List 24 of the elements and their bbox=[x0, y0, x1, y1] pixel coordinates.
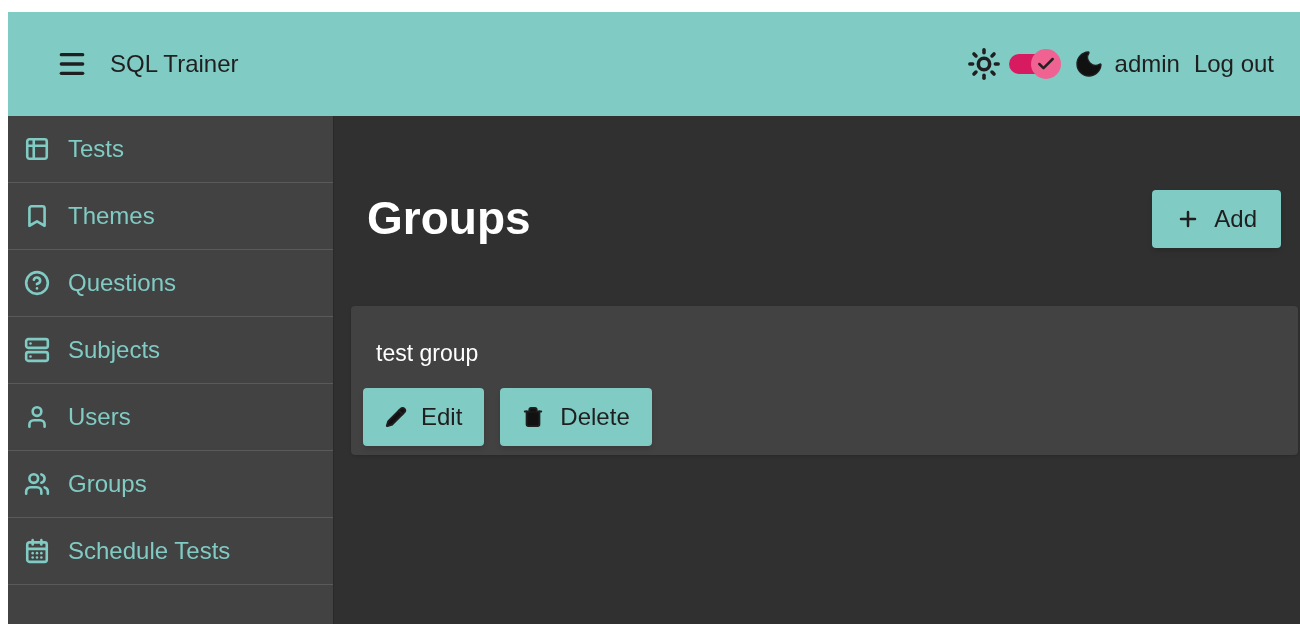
stacked-rows-icon bbox=[24, 337, 50, 363]
sidebar-item[interactable]: Schedule Tests bbox=[8, 518, 333, 585]
page-title: Groups bbox=[367, 191, 531, 246]
group-name: test group bbox=[375, 339, 480, 368]
question-icon bbox=[24, 270, 50, 296]
add-button[interactable]: Add bbox=[1152, 189, 1281, 248]
table-icon bbox=[24, 136, 50, 162]
sidebar-item[interactable]: Tests bbox=[8, 116, 333, 183]
sidebar-item[interactable]: Users bbox=[8, 384, 333, 451]
sidebar-item[interactable]: Groups bbox=[8, 451, 333, 518]
sun-icon bbox=[966, 47, 1001, 81]
calendar-icon bbox=[24, 538, 50, 564]
trash-icon bbox=[522, 405, 545, 428]
edit-button[interactable]: Edit bbox=[363, 387, 485, 446]
sidebar-item[interactable]: Questions bbox=[8, 250, 333, 317]
delete-button[interactable]: Delete bbox=[500, 387, 652, 446]
pencil-icon bbox=[385, 405, 407, 428]
app-title: SQL Trainer bbox=[110, 49, 239, 79]
sidebar-item[interactable]: Subjects bbox=[8, 317, 333, 384]
sidebar-item[interactable]: Themes bbox=[8, 183, 333, 250]
logout-link[interactable]: Log out bbox=[1193, 46, 1274, 82]
username: admin bbox=[1114, 49, 1180, 79]
people-icon bbox=[24, 471, 50, 497]
theme-switch[interactable] bbox=[1008, 49, 1061, 79]
